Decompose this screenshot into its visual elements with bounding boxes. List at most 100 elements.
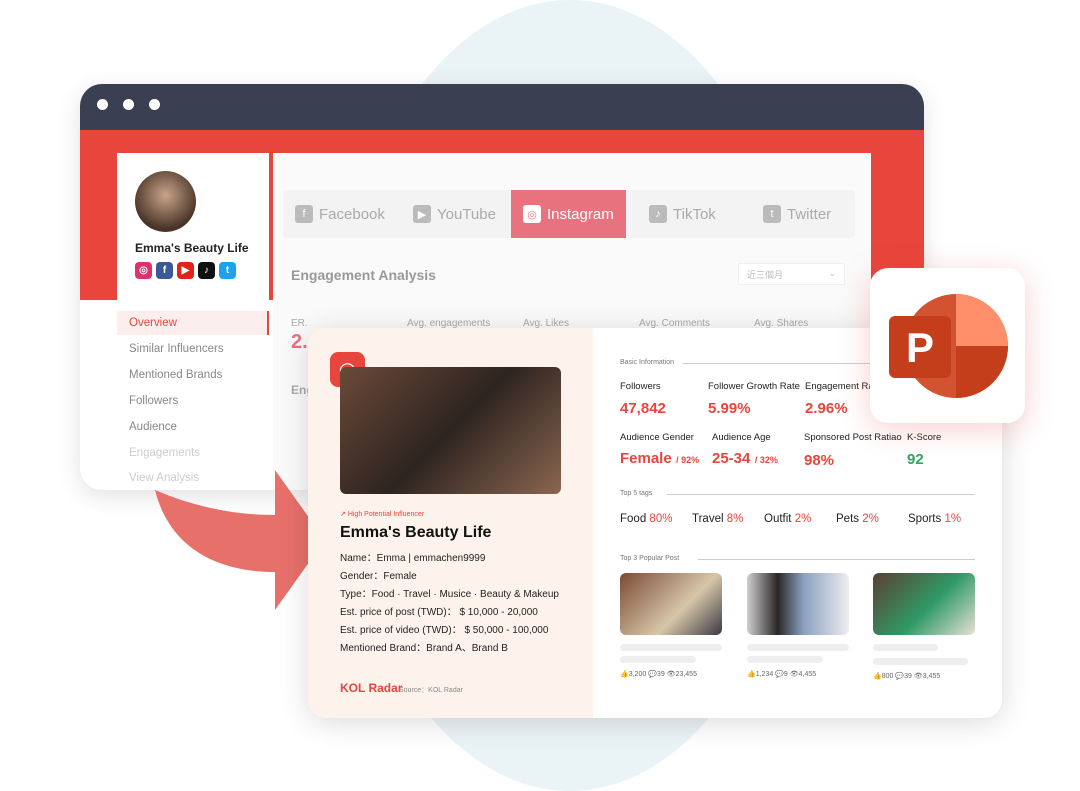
tag-outfit: Outfit 2% bbox=[764, 513, 811, 525]
twitter-icon: t bbox=[763, 205, 781, 223]
sidebar-item-overview[interactable]: Overview bbox=[129, 317, 177, 329]
tag-pct: 2% bbox=[794, 513, 812, 525]
facebook-icon[interactable]: f bbox=[156, 262, 173, 279]
tag-pets: Pets 2% bbox=[836, 513, 879, 525]
trend-icon: ↗ bbox=[340, 511, 348, 518]
tag-travel: Travel 8% bbox=[692, 513, 743, 525]
eye-icon: 👁 bbox=[789, 671, 799, 678]
sponsored-value: 98% bbox=[804, 452, 835, 469]
window-dot[interactable] bbox=[149, 99, 160, 110]
eye-icon: 👁 bbox=[666, 671, 676, 678]
sidebar-item-similar[interactable]: Similar Influencers bbox=[129, 343, 224, 355]
tag-name: Outfit bbox=[764, 513, 792, 525]
section-title: Engagement Analysis bbox=[291, 267, 436, 283]
age-main: 25-34 bbox=[712, 450, 751, 467]
gender-pct: / 92% bbox=[676, 455, 700, 465]
gender-label: Audience Gender bbox=[620, 432, 694, 443]
placeholder-bar bbox=[747, 656, 823, 663]
comment-icon: 💬 bbox=[648, 671, 657, 678]
tag-sports: Sports 1% bbox=[908, 513, 961, 525]
likes: 800 bbox=[881, 673, 894, 680]
post-stats: 👍1,234 💬9 👁4,455 bbox=[747, 670, 816, 678]
placeholder-bar bbox=[873, 644, 938, 651]
tiktok-icon: ♪ bbox=[649, 205, 667, 223]
youtube-icon: ▶ bbox=[413, 205, 431, 223]
divider bbox=[667, 494, 975, 495]
tab-youtube[interactable]: ▶ YouTube bbox=[401, 190, 508, 238]
post-stats: 👍800 💬39 👁3,455 bbox=[873, 672, 940, 680]
eye-icon: 👁 bbox=[913, 673, 923, 680]
window-dot[interactable] bbox=[123, 99, 134, 110]
age-value: 25-34 / 32% bbox=[712, 450, 778, 468]
sidebar: Emma's Beauty Life ◎ f ▶ ♪ t Overview Si… bbox=[117, 153, 269, 490]
comments: 39 bbox=[656, 671, 665, 678]
growth-label: Follower Growth Rate bbox=[708, 381, 800, 392]
detail-brands: Mentioned Brand：Brand A、Brand B bbox=[340, 643, 508, 654]
posts-title: Top 3 Popular Post bbox=[620, 555, 680, 562]
tag-name: Pets bbox=[836, 513, 860, 525]
facebook-icon: f bbox=[295, 205, 313, 223]
sidebar-item-brands[interactable]: Mentioned Brands bbox=[129, 369, 222, 381]
source-text: Source：KOL Radar bbox=[399, 687, 463, 694]
post-thumbnail[interactable] bbox=[620, 573, 722, 635]
comment-icon: 💬 bbox=[775, 671, 784, 678]
like-icon: 👍 bbox=[747, 671, 756, 678]
tiktok-icon[interactable]: ♪ bbox=[198, 262, 215, 279]
range-value: 近三個月 bbox=[747, 270, 784, 280]
views: 3,455 bbox=[922, 673, 941, 680]
tab-label: TikTok bbox=[673, 205, 716, 223]
tags-title: Top 5 tags bbox=[620, 490, 653, 497]
title-bar bbox=[80, 84, 924, 130]
gender-main: Female bbox=[620, 450, 672, 467]
range-dropdown[interactable]: 近三個月 ⌄ bbox=[738, 263, 845, 285]
placeholder-bar bbox=[620, 644, 722, 651]
tab-instagram[interactable]: ◎ Instagram bbox=[511, 190, 626, 238]
views: 23,455 bbox=[675, 671, 697, 678]
likes: 3,200 bbox=[628, 671, 647, 678]
window-dot[interactable] bbox=[97, 99, 108, 110]
tab-twitter[interactable]: t Twitter bbox=[751, 190, 843, 238]
tab-tiktok[interactable]: ♪ TikTok bbox=[637, 190, 728, 238]
post-thumbnail[interactable] bbox=[747, 573, 849, 635]
report-profile-panel: ◎ ↗ High Potential Influencer Emma's Bea… bbox=[308, 328, 593, 718]
tag-pct: 1% bbox=[944, 513, 962, 525]
profile-name: Emma's Beauty Life bbox=[135, 241, 249, 255]
powerpoint-app-card: P bbox=[870, 268, 1025, 423]
detail-post-price: Est. price of post (TWD)： $ 10,000 - 20,… bbox=[340, 607, 538, 618]
comment-icon: 💬 bbox=[895, 673, 905, 680]
profile-photo bbox=[340, 367, 561, 494]
tag-food: Food 80% bbox=[620, 513, 672, 525]
twitter-icon[interactable]: t bbox=[219, 262, 236, 279]
placeholder-bar bbox=[747, 644, 849, 651]
powerpoint-icon: P bbox=[889, 294, 1008, 398]
followers-label: Followers bbox=[620, 381, 661, 392]
divider bbox=[698, 559, 975, 560]
tab-label: YouTube bbox=[437, 205, 496, 223]
instagram-icon[interactable]: ◎ bbox=[135, 262, 152, 279]
sidebar-item-followers[interactable]: Followers bbox=[129, 395, 178, 407]
tag-name: Food bbox=[620, 513, 647, 525]
er-value: 2. bbox=[291, 331, 308, 353]
sponsored-label: Sponsored Post Ratiao bbox=[804, 432, 902, 443]
tag-name: Travel bbox=[692, 513, 724, 525]
tag-pct: 2% bbox=[862, 513, 879, 525]
svg-text:P: P bbox=[906, 324, 934, 371]
tag-pct: 80% bbox=[649, 513, 673, 525]
age-pct: / 32% bbox=[754, 455, 778, 465]
post-thumbnail[interactable] bbox=[873, 573, 975, 635]
sidebar-item-audience[interactable]: Audience bbox=[129, 421, 177, 433]
sidebar-item-engagements[interactable]: Engagements bbox=[129, 447, 200, 459]
badge-label: ↗ High Potential Influencer bbox=[340, 510, 424, 518]
detail-name: Name：Emma | emmachen9999 bbox=[340, 553, 486, 564]
chevron-down-icon: ⌄ bbox=[828, 268, 836, 278]
detail-type: Type：Food · Travel · Musice · Beauty & M… bbox=[340, 589, 559, 600]
tab-facebook[interactable]: f Facebook bbox=[283, 190, 397, 238]
avatar bbox=[135, 171, 196, 232]
placeholder-bar bbox=[620, 656, 696, 663]
tab-label: Instagram bbox=[547, 205, 614, 223]
metric-er: ER. bbox=[291, 318, 308, 329]
youtube-icon[interactable]: ▶ bbox=[177, 262, 194, 279]
basic-info-title: Basic Information bbox=[620, 359, 675, 366]
tab-label: Facebook bbox=[319, 205, 385, 223]
tag-name: Sports bbox=[908, 513, 942, 525]
